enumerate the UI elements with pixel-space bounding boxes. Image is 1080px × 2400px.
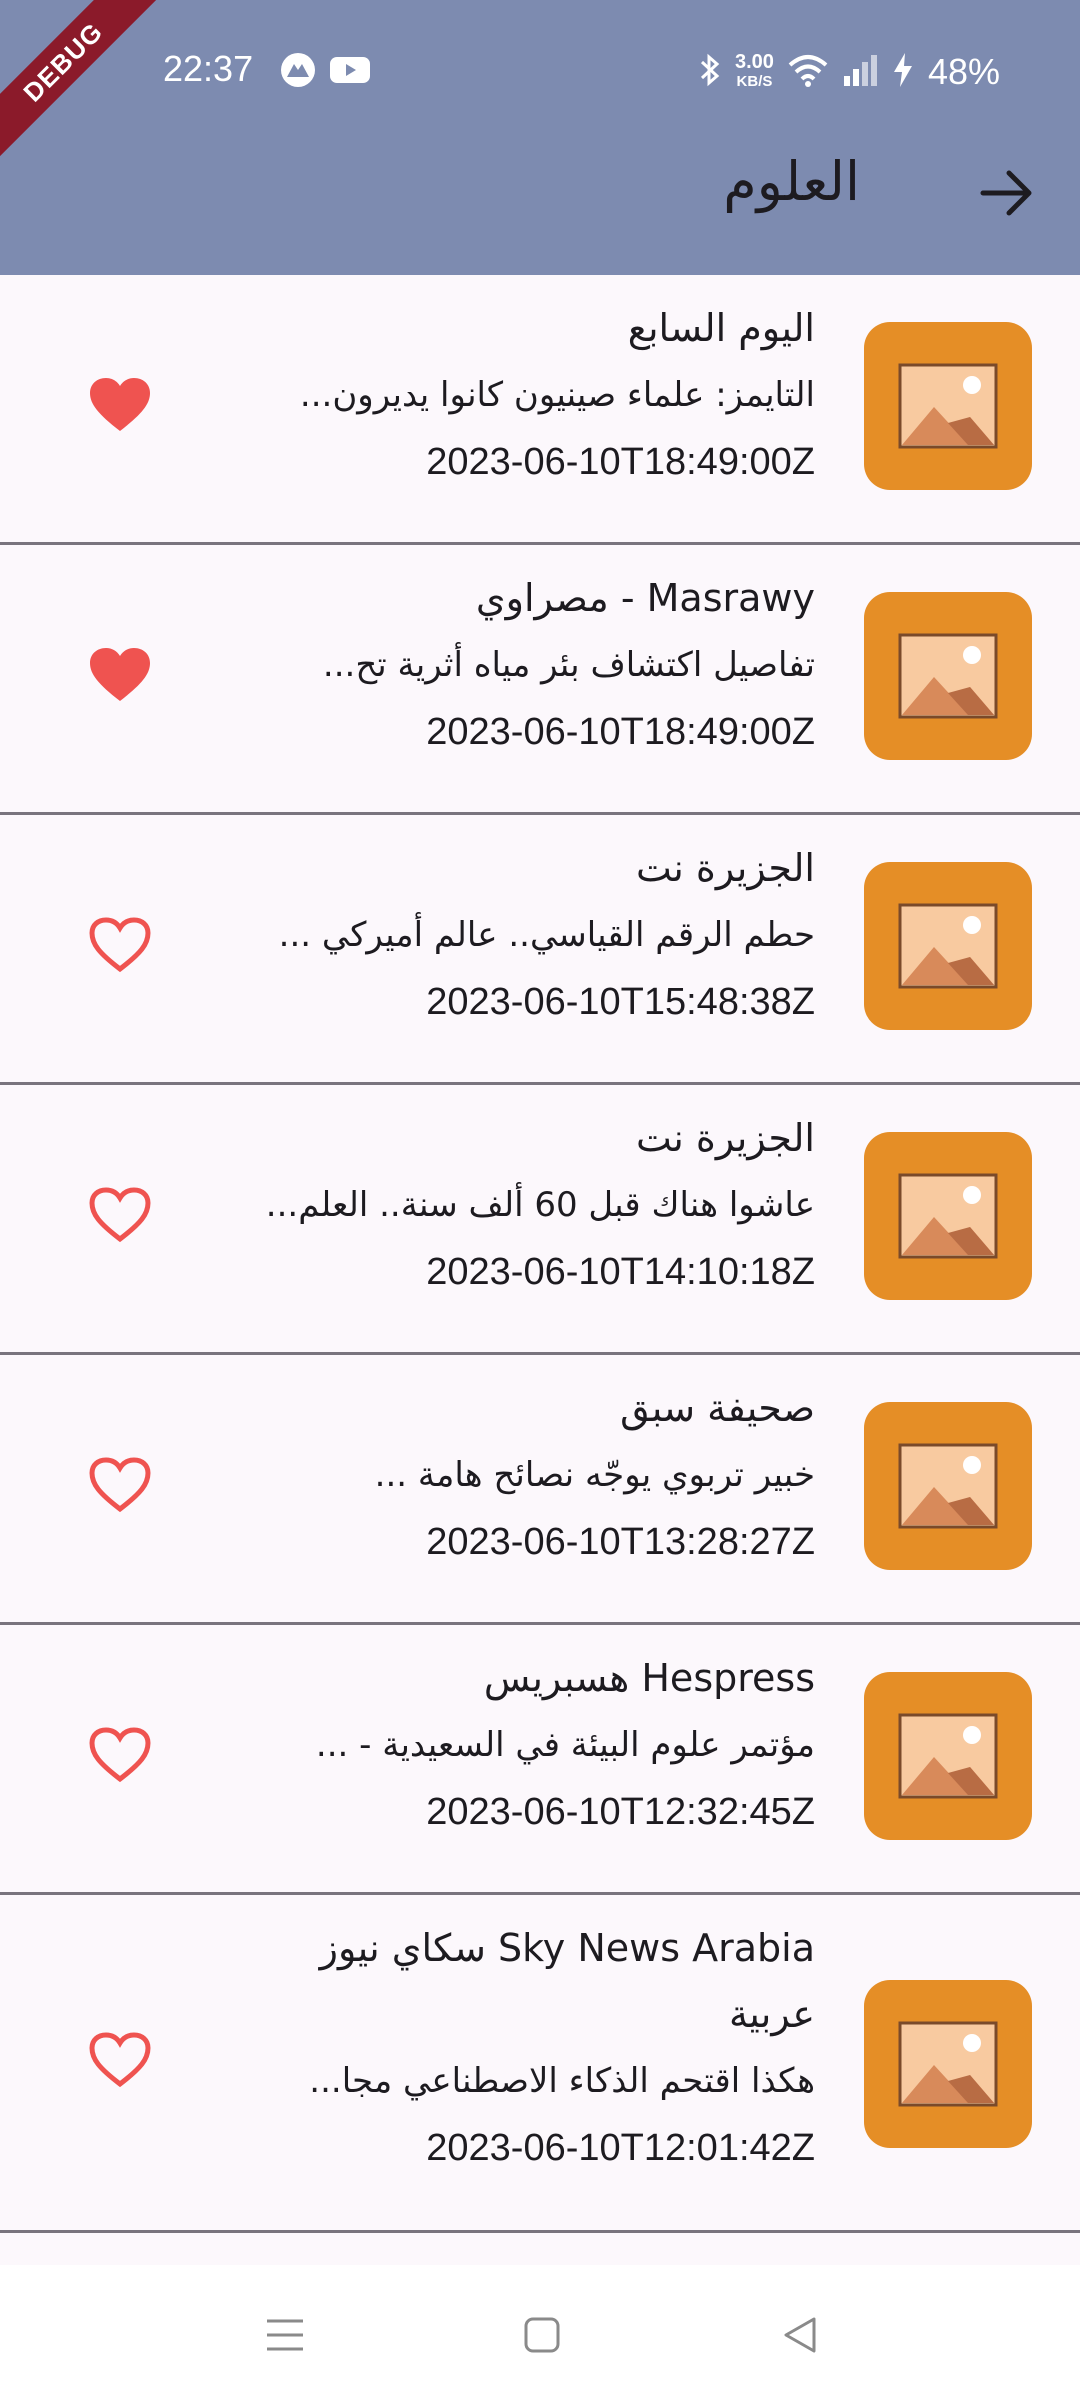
status-time: 22:37 (163, 48, 254, 89)
article-date: 2023-06-10T18:49:00Z (426, 441, 815, 483)
system-nav-bar (0, 2265, 1080, 2400)
system-back-button[interactable] (775, 2310, 825, 2360)
recent-apps-button[interactable] (260, 2310, 310, 2360)
list-item[interactable]: Masrawy - مصراوي تفاصيل اكتشاف بئر مياه … (0, 545, 1080, 815)
favorite-button[interactable] (85, 910, 155, 980)
image-placeholder-icon (898, 1173, 998, 1259)
favorite-button[interactable] (85, 1720, 155, 1790)
article-date: 2023-06-10T12:01:42Z (426, 2127, 815, 2169)
favorite-button[interactable] (85, 1180, 155, 1250)
article-thumbnail (864, 862, 1032, 1030)
app-bar: 22:37 3.00 KB/S 48% DEBUG العلوم (0, 0, 1080, 275)
net-speed-unit: KB/S (736, 73, 773, 90)
article-description: هكذا اقتحم الذكاء الاصطناعي مجا... (309, 2061, 815, 2101)
image-placeholder-icon (898, 633, 998, 719)
triangle-back-icon (784, 2317, 816, 2353)
article-description: حطم الرقم القياسي.. عالم أميركي ... (278, 915, 815, 955)
article-source: Sky News Arabia سكاي نيوز عربية (319, 1926, 815, 2036)
article-list[interactable]: اليوم السابع التايمز: علماء صينيون كانوا… (0, 275, 1080, 2233)
article-description: التايمز: علماء صينيون كانوا يديرون... (299, 375, 815, 415)
article-date: 2023-06-10T18:49:00Z (426, 711, 815, 753)
image-placeholder-icon (898, 1443, 998, 1529)
image-placeholder-icon (898, 1713, 998, 1799)
article-source: اليوم السابع (627, 306, 815, 350)
home-button[interactable] (517, 2310, 567, 2360)
bluetooth-icon (699, 52, 721, 93)
article-thumbnail (864, 592, 1032, 760)
image-placeholder-icon (898, 363, 998, 449)
article-date: 2023-06-10T15:48:38Z (426, 981, 815, 1023)
favorite-button[interactable] (85, 1450, 155, 1520)
wifi-icon (788, 53, 828, 92)
square-icon (524, 2317, 560, 2353)
favorite-button[interactable] (85, 370, 155, 440)
charging-icon (892, 52, 914, 93)
list-item[interactable]: الجزيرة نت عاشوا هناك قبل 60 ألف سنة.. ا… (0, 1085, 1080, 1355)
article-date: 2023-06-10T13:28:27Z (426, 1521, 815, 1563)
article-date: 2023-06-10T14:10:18Z (426, 1251, 815, 1293)
article-source: الجزيرة نت (635, 1116, 815, 1160)
battery-percent: 48% (927, 51, 1000, 92)
heart-filled-icon (90, 648, 150, 701)
net-speed: 3.00 KB/S (735, 52, 774, 92)
list-item[interactable]: اليوم السابع التايمز: علماء صينيون كانوا… (0, 275, 1080, 545)
list-item[interactable]: Hespress هسبريس مؤتمر علوم البيئة في الس… (0, 1625, 1080, 1895)
notification-app-icon (278, 50, 318, 90)
arrow-right-icon (980, 170, 1032, 216)
article-thumbnail (864, 1402, 1032, 1570)
heart-filled-icon (90, 378, 150, 431)
article-source: صحيفة سبق (620, 1386, 815, 1430)
youtube-icon (330, 50, 370, 90)
article-thumbnail (864, 1672, 1032, 1840)
article-thumbnail (864, 1132, 1032, 1300)
heart-outline-icon (89, 1187, 151, 1243)
article-description: عاشوا هناك قبل 60 ألف سنة.. العلم... (265, 1185, 815, 1225)
article-date: 2023-06-10T12:32:45Z (426, 1791, 815, 1833)
list-item[interactable]: الجزيرة نت حطم الرقم القياسي.. عالم أمير… (0, 815, 1080, 1085)
image-placeholder-icon (898, 903, 998, 989)
article-description: تفاصيل اكتشاف بئر مياه أثرية تح... (322, 645, 815, 685)
favorite-button[interactable] (85, 2025, 155, 2095)
menu-icon (267, 2319, 303, 2351)
heart-outline-icon (89, 2032, 151, 2088)
page-title: العلوم (723, 150, 860, 213)
article-description: خبير تربوي يوجّه نصائح هامة ... (374, 1455, 815, 1495)
net-speed-value: 3.00 (735, 51, 774, 73)
heart-outline-icon (89, 1457, 151, 1513)
back-button[interactable] (972, 158, 1042, 228)
signal-icon (842, 54, 878, 91)
list-item[interactable]: Sky News Arabia سكاي نيوز عربية هكذا اقت… (0, 1895, 1080, 2233)
favorite-button[interactable] (85, 640, 155, 710)
status-indicators: 3.00 KB/S 48% (699, 50, 1000, 94)
status-bar: 22:37 3.00 KB/S 48% (0, 0, 1080, 145)
article-source: Hespress هسبريس (483, 1656, 815, 1700)
list-item[interactable]: صحيفة سبق خبير تربوي يوجّه نصائح هامة ..… (0, 1355, 1080, 1625)
article-thumbnail (864, 1980, 1032, 2148)
article-source: الجزيرة نت (635, 846, 815, 890)
article-description: مؤتمر علوم البيئة في السعيدية - ... (315, 1725, 815, 1765)
heart-outline-icon (89, 917, 151, 973)
article-thumbnail (864, 322, 1032, 490)
article-source: Masrawy - مصراوي (475, 576, 815, 620)
image-placeholder-icon (898, 2021, 998, 2107)
heart-outline-icon (89, 1727, 151, 1783)
